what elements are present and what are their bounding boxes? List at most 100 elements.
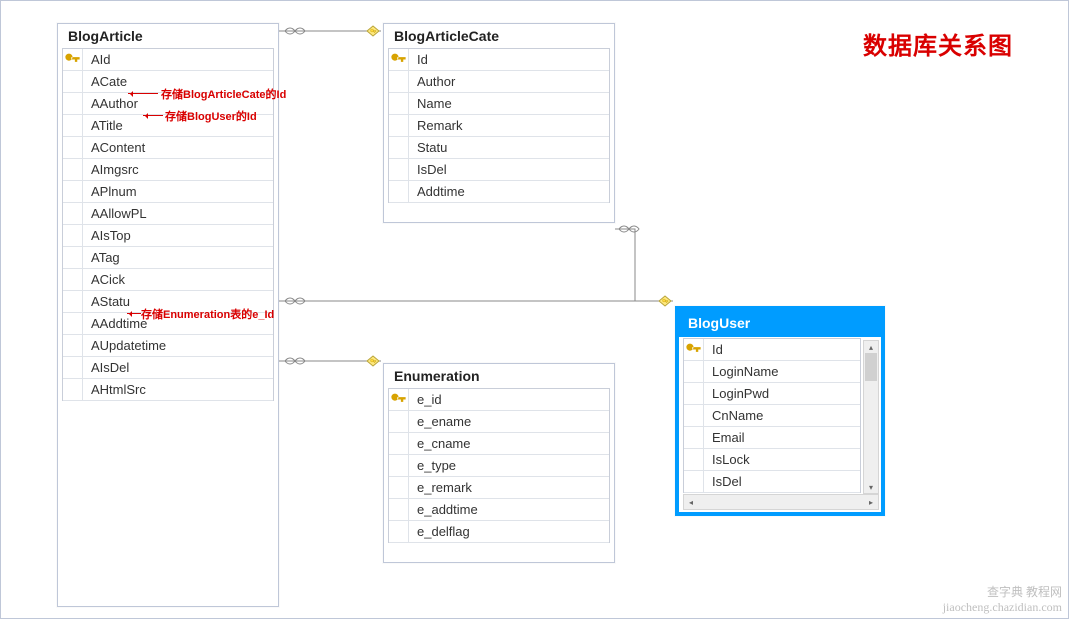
table-row[interactable]: e_remark [389, 477, 609, 499]
table-title: BlogArticle [58, 24, 278, 46]
empty-icon [63, 313, 83, 334]
column-name: Id [704, 342, 723, 357]
table-row[interactable]: Id [684, 339, 860, 361]
horizontal-scrollbar[interactable]: ◂ ▸ [683, 494, 879, 510]
column-list: Id LoginName LoginPwd CnName Email IsLoc… [683, 338, 861, 493]
empty-icon [63, 291, 83, 312]
vertical-scrollbar[interactable]: ▴ ▾ [863, 340, 879, 494]
empty-icon [63, 203, 83, 224]
table-row[interactable]: ATag [63, 247, 273, 269]
annotation-astatu: 存储Enumeration表的e_Id [141, 306, 274, 322]
empty-icon [389, 411, 409, 432]
column-name: e_remark [409, 480, 472, 495]
table-row[interactable]: e_id [389, 389, 609, 411]
column-name: e_delflag [409, 524, 470, 539]
empty-icon [389, 477, 409, 498]
empty-icon [389, 137, 409, 158]
column-name: IsLock [704, 452, 750, 467]
table-row[interactable]: AIsTop [63, 225, 273, 247]
table-row[interactable]: LoginPwd [684, 383, 860, 405]
column-name: CnName [704, 408, 763, 423]
table-row[interactable]: CnName [684, 405, 860, 427]
arrow-icon [127, 313, 141, 314]
scrollbar-thumb[interactable] [865, 353, 877, 381]
empty-icon [63, 115, 83, 136]
table-row[interactable]: e_type [389, 455, 609, 477]
column-name: AAddtime [83, 316, 147, 331]
empty-icon [389, 455, 409, 476]
scroll-right-arrow-icon[interactable]: ▸ [864, 495, 878, 509]
column-name: ATitle [83, 118, 123, 133]
empty-icon [63, 335, 83, 356]
table-row[interactable]: Addtime [389, 181, 609, 203]
table-blogarticlecate[interactable]: BlogArticleCate Id Author Name Remark St… [383, 23, 615, 223]
table-row[interactable]: LoginName [684, 361, 860, 383]
empty-icon [389, 71, 409, 92]
table-row[interactable]: AHtmlSrc [63, 379, 273, 401]
empty-icon [63, 181, 83, 202]
table-row[interactable]: AContent [63, 137, 273, 159]
empty-icon [389, 93, 409, 114]
annotation-acate: 存储BlogArticleCate的Id [161, 86, 286, 102]
table-row[interactable]: e_ename [389, 411, 609, 433]
table-row[interactable]: IsDel [389, 159, 609, 181]
table-title: BlogUser [678, 309, 882, 337]
table-row[interactable]: AIsDel [63, 357, 273, 379]
table-row[interactable]: Author [389, 71, 609, 93]
scroll-down-arrow-icon[interactable]: ▾ [864, 481, 878, 493]
table-row[interactable]: AUpdatetime [63, 335, 273, 357]
table-row[interactable]: Id [389, 49, 609, 71]
scroll-up-arrow-icon[interactable]: ▴ [864, 341, 878, 353]
column-name: Name [409, 96, 452, 111]
watermark-line: jiaocheng.chazidian.com [943, 600, 1062, 614]
table-row[interactable]: AAllowPL [63, 203, 273, 225]
table-row[interactable]: IsLock [684, 449, 860, 471]
empty-icon [63, 225, 83, 246]
table-row[interactable]: APlnum [63, 181, 273, 203]
table-row[interactable]: e_cname [389, 433, 609, 455]
column-name: Id [409, 52, 428, 67]
table-row[interactable]: Name [389, 93, 609, 115]
column-name: ACate [83, 74, 127, 89]
table-title: BlogArticleCate [384, 24, 614, 46]
arrow-icon [143, 115, 163, 116]
scroll-left-arrow-icon[interactable]: ◂ [684, 495, 698, 509]
table-row[interactable]: Statu [389, 137, 609, 159]
key-icon [63, 49, 83, 70]
empty-icon [63, 137, 83, 158]
key-icon [389, 389, 409, 410]
column-name: AImgsrc [83, 162, 139, 177]
empty-icon [684, 383, 704, 404]
empty-icon [684, 449, 704, 470]
watermark: 查字典 教程网 jiaocheng.chazidian.com [943, 585, 1062, 614]
annotation-aauthor: 存储BlogUser的Id [165, 108, 257, 124]
table-bloguser[interactable]: BlogUser Id LoginName LoginPwd CnName Em… [675, 306, 885, 516]
watermark-line: 查字典 教程网 [943, 585, 1062, 599]
empty-icon [63, 159, 83, 180]
table-row[interactable]: e_addtime [389, 499, 609, 521]
diagram-canvas: BlogArticle AId ACate AAuthor ATitle ACo… [1, 1, 1068, 618]
column-name: AIsDel [83, 360, 129, 375]
table-row[interactable]: ACick [63, 269, 273, 291]
table-row[interactable]: AId [63, 49, 273, 71]
empty-icon [389, 159, 409, 180]
table-row[interactable]: AImgsrc [63, 159, 273, 181]
key-icon [389, 49, 409, 70]
empty-icon [63, 247, 83, 268]
empty-icon [389, 521, 409, 542]
table-row[interactable]: Email [684, 427, 860, 449]
column-name: AAuthor [83, 96, 138, 111]
table-enumeration[interactable]: Enumeration e_id e_ename e_cname e_type … [383, 363, 615, 563]
column-name: IsDel [704, 474, 742, 489]
column-name: ATag [83, 250, 120, 265]
empty-icon [63, 93, 83, 114]
table-row[interactable]: IsDel [684, 471, 860, 493]
empty-icon [63, 269, 83, 290]
table-row[interactable]: Remark [389, 115, 609, 137]
empty-icon [63, 71, 83, 92]
column-name: AHtmlSrc [83, 382, 146, 397]
column-name: AIsTop [83, 228, 131, 243]
empty-icon [389, 115, 409, 136]
table-row[interactable]: e_delflag [389, 521, 609, 543]
column-list: e_id e_ename e_cname e_type e_remark e_a… [388, 388, 610, 543]
